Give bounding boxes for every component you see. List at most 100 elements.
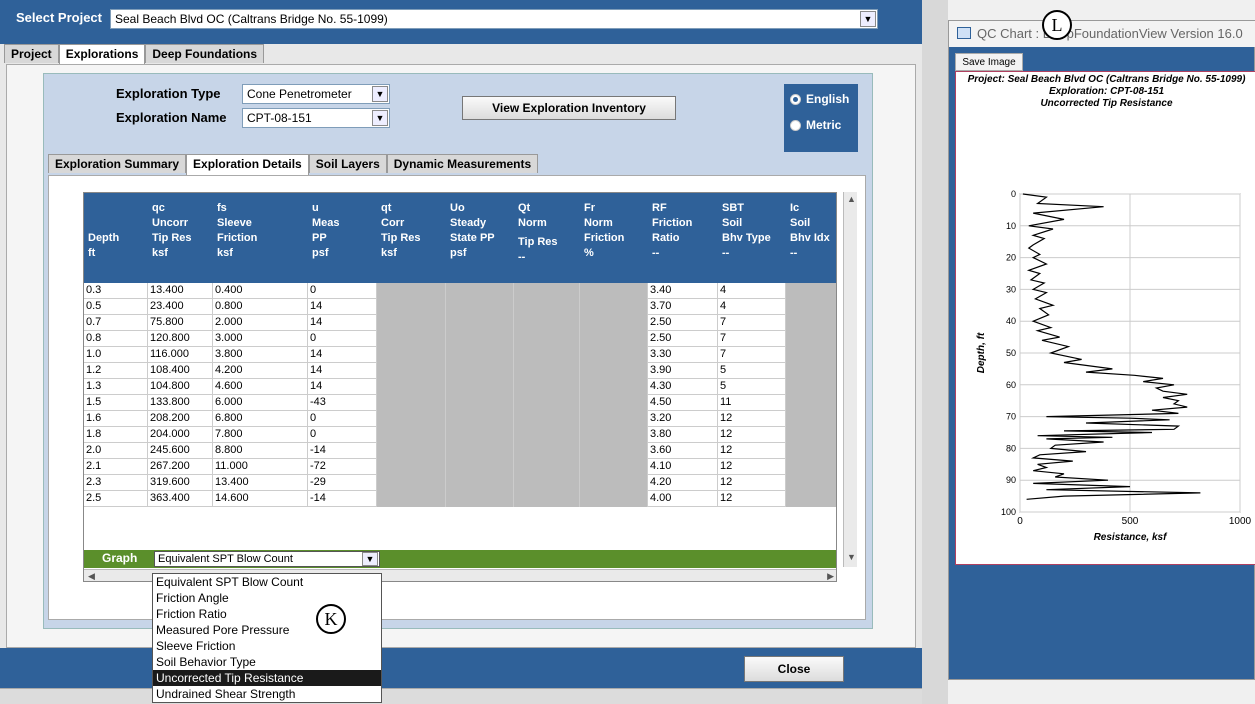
table-cell-empty[interactable] (446, 395, 514, 411)
table-row[interactable]: 1.6 208.200 6.800 0 3.20 12 (84, 411, 836, 427)
table-row[interactable]: 1.5 133.800 6.000 -43 4.50 11 (84, 395, 836, 411)
table-cell[interactable]: 12 (718, 475, 786, 491)
save-image-button[interactable]: Save Image (955, 53, 1023, 71)
table-cell[interactable]: 23.400 (148, 299, 213, 315)
table-cell-empty[interactable] (377, 331, 446, 347)
table-cell[interactable]: 12 (718, 491, 786, 507)
table-cell[interactable]: 12 (718, 427, 786, 443)
chevron-down-icon[interactable]: ▼ (372, 86, 388, 102)
table-cell-empty[interactable] (377, 411, 446, 427)
table-cell-empty[interactable] (514, 443, 580, 459)
table-cell-empty[interactable] (377, 363, 446, 379)
table-cell[interactable]: 3.90 (648, 363, 718, 379)
table-cell-empty[interactable] (377, 443, 446, 459)
table-row[interactable]: 1.8 204.000 7.800 0 3.80 12 (84, 427, 836, 443)
table-cell[interactable]: 4.20 (648, 475, 718, 491)
table-row[interactable]: 2.0 245.600 8.800 -14 3.60 12 (84, 443, 836, 459)
table-cell[interactable]: 120.800 (148, 331, 213, 347)
table-cell[interactable]: 14 (308, 315, 377, 331)
tab-exploration-summary[interactable]: Exploration Summary (48, 154, 187, 173)
table-cell[interactable]: 5 (718, 379, 786, 395)
table-row[interactable]: 0.7 75.800 2.000 14 2.50 7 (84, 315, 836, 331)
table-cell[interactable]: 0.3 (84, 283, 148, 299)
table-cell-empty[interactable] (514, 363, 580, 379)
graph-option[interactable]: Friction Ratio (153, 606, 381, 622)
table-cell[interactable]: 1.5 (84, 395, 148, 411)
table-cell[interactable]: 4.200 (213, 363, 308, 379)
table-cell-empty[interactable] (514, 427, 580, 443)
view-exploration-inventory-button[interactable]: View Exploration Inventory (462, 96, 676, 120)
table-cell-empty[interactable] (580, 427, 648, 443)
table-cell-empty[interactable] (786, 443, 836, 459)
table-cell[interactable]: 14 (308, 347, 377, 363)
scroll-up-icon[interactable]: ▲ (847, 194, 856, 204)
table-cell[interactable]: 11.000 (213, 459, 308, 475)
table-cell[interactable]: 204.000 (148, 427, 213, 443)
table-cell[interactable]: 7 (718, 347, 786, 363)
table-cell[interactable]: 104.800 (148, 379, 213, 395)
graph-option[interactable]: Soil Behavior Type (153, 654, 381, 670)
table-cell[interactable]: -29 (308, 475, 377, 491)
table-cell[interactable]: 3.80 (648, 427, 718, 443)
table-cell[interactable]: 6.000 (213, 395, 308, 411)
tab-exploration-details[interactable]: Exploration Details (186, 154, 309, 175)
table-cell-empty[interactable] (377, 379, 446, 395)
table-cell[interactable]: 14 (308, 379, 377, 395)
table-cell-empty[interactable] (786, 475, 836, 491)
tab-explorations[interactable]: Explorations (58, 44, 146, 65)
table-cell-empty[interactable] (446, 299, 514, 315)
table-cell-empty[interactable] (446, 283, 514, 299)
table-cell-empty[interactable] (580, 443, 648, 459)
table-cell-empty[interactable] (580, 299, 648, 315)
graph-option[interactable]: Uncorrected Tip Resistance (153, 670, 381, 686)
table-cell-empty[interactable] (514, 299, 580, 315)
table-row[interactable]: 0.5 23.400 0.800 14 3.70 4 (84, 299, 836, 315)
table-cell-empty[interactable] (514, 411, 580, 427)
table-cell[interactable]: 13.400 (213, 475, 308, 491)
table-cell[interactable]: 2.50 (648, 331, 718, 347)
table-cell[interactable]: 4.00 (648, 491, 718, 507)
table-cell-empty[interactable] (786, 411, 836, 427)
table-cell-empty[interactable] (786, 315, 836, 331)
table-cell[interactable]: 75.800 (148, 315, 213, 331)
table-cell-empty[interactable] (446, 347, 514, 363)
close-button[interactable]: Close (744, 656, 844, 682)
table-cell-empty[interactable] (580, 395, 648, 411)
table-cell[interactable]: 12 (718, 459, 786, 475)
table-cell[interactable]: 4 (718, 299, 786, 315)
scroll-left-icon[interactable]: ◀ (88, 571, 95, 581)
table-cell-empty[interactable] (446, 427, 514, 443)
table-cell-empty[interactable] (580, 475, 648, 491)
table-cell-empty[interactable] (377, 283, 446, 299)
table-cell[interactable]: 1.3 (84, 379, 148, 395)
table-cell[interactable]: 2.3 (84, 475, 148, 491)
table-cell-empty[interactable] (446, 331, 514, 347)
table-cell[interactable]: 4.30 (648, 379, 718, 395)
table-cell-empty[interactable] (580, 347, 648, 363)
table-cell-empty[interactable] (446, 411, 514, 427)
table-cell-empty[interactable] (786, 331, 836, 347)
table-cell[interactable]: -14 (308, 443, 377, 459)
table-cell[interactable]: 2.0 (84, 443, 148, 459)
table-cell[interactable]: 12 (718, 443, 786, 459)
scroll-right-icon[interactable]: ▶ (827, 571, 834, 581)
table-cell-empty[interactable] (786, 363, 836, 379)
table-cell-empty[interactable] (377, 427, 446, 443)
tab-dynamic-measurements[interactable]: Dynamic Measurements (386, 154, 539, 173)
table-cell[interactable]: 0.7 (84, 315, 148, 331)
table-cell[interactable]: 267.200 (148, 459, 213, 475)
table-cell[interactable]: 108.400 (148, 363, 213, 379)
table-cell-empty[interactable] (446, 459, 514, 475)
table-cell-empty[interactable] (580, 459, 648, 475)
table-cell[interactable]: 8.800 (213, 443, 308, 459)
table-cell-empty[interactable] (377, 459, 446, 475)
table-row[interactable]: 2.1 267.200 11.000 -72 4.10 12 (84, 459, 836, 475)
table-cell-empty[interactable] (514, 459, 580, 475)
table-cell[interactable]: 0.400 (213, 283, 308, 299)
table-cell[interactable]: 0 (308, 283, 377, 299)
table-cell[interactable]: 1.0 (84, 347, 148, 363)
table-cell[interactable]: -72 (308, 459, 377, 475)
table-cell-empty[interactable] (580, 331, 648, 347)
table-row[interactable]: 0.3 13.400 0.400 0 3.40 4 (84, 283, 836, 299)
table-cell[interactable]: 3.60 (648, 443, 718, 459)
